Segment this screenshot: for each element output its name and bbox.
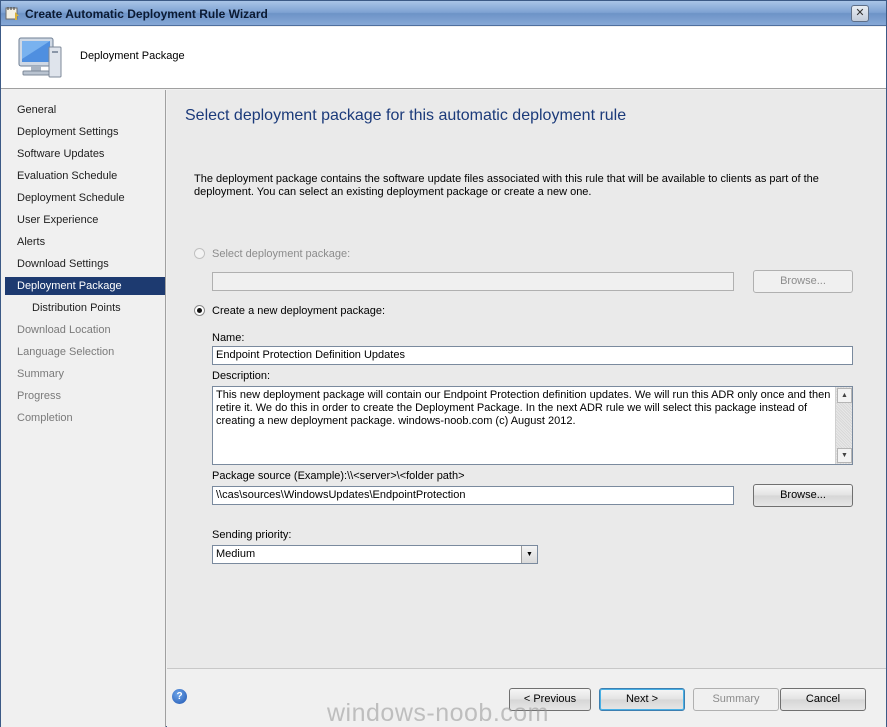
sending-priority-select[interactable]: Medium ▼ — [212, 545, 538, 564]
existing-package-field — [212, 272, 734, 291]
wizard-window: Create Automatic Deployment Rule Wizard … — [0, 0, 887, 727]
nav-item-deployment-settings[interactable]: Deployment Settings — [5, 123, 165, 141]
package-source-input[interactable]: \\cas\sources\WindowsUpdates\EndpointPro… — [212, 486, 734, 505]
title-bar[interactable]: Create Automatic Deployment Rule Wizard … — [1, 1, 886, 26]
nav-item-deployment-package[interactable]: Deployment Package — [5, 277, 165, 295]
help-icon[interactable]: ? — [172, 689, 187, 704]
nav-item-summary: Summary — [17, 368, 65, 380]
nav-item-alerts[interactable]: Alerts — [5, 233, 165, 251]
nav-item-evaluation-schedule[interactable]: Evaluation Schedule — [5, 167, 165, 185]
create-new-label: Create a new deployment package: — [212, 305, 386, 317]
page-title: Select deployment package for this autom… — [185, 107, 627, 124]
browse-source-button[interactable]: Browse... — [753, 484, 853, 507]
scroll-up-icon[interactable]: ▲ — [837, 388, 852, 403]
browse-existing-button: Browse... — [753, 270, 853, 293]
wizard-header: Deployment Package — [1, 27, 886, 89]
wizard-icon — [5, 7, 19, 20]
summary-button: Summary — [693, 688, 779, 711]
scroll-down-icon[interactable]: ▼ — [837, 448, 852, 463]
window-title: Create Automatic Deployment Rule Wizard — [25, 7, 268, 21]
nav-item-distribution-points[interactable]: Distribution Points — [5, 299, 165, 317]
description-textarea[interactable]: This new deployment package will contain… — [212, 386, 853, 465]
cancel-button[interactable]: Cancel — [780, 688, 866, 711]
select-existing-radio — [194, 248, 205, 259]
nav-item-deployment-schedule[interactable]: Deployment Schedule — [5, 189, 165, 207]
description-text: This new deployment package will contain… — [216, 389, 831, 427]
create-new-radio[interactable] — [194, 305, 205, 316]
nav-item-progress: Progress — [17, 390, 62, 402]
nav-item-download-settings[interactable]: Download Settings — [5, 255, 165, 273]
computer-icon — [18, 37, 62, 78]
watermark: windows-noob.com — [327, 699, 549, 727]
name-input[interactable]: Endpoint Protection Definition Updates — [212, 346, 853, 365]
sending-priority-label: Sending priority: — [212, 529, 292, 541]
nav-item-general[interactable]: General — [5, 101, 165, 119]
header-title: Deployment Package — [80, 50, 185, 62]
wizard-nav: General Deployment Settings Software Upd… — [1, 90, 166, 727]
nav-item-language-selection: Language Selection — [17, 346, 115, 358]
close-button[interactable]: ✕ — [851, 5, 869, 22]
nav-item-software-updates[interactable]: Software Updates — [5, 145, 165, 163]
page-description: The deployment package contains the soft… — [194, 173, 819, 198]
wizard-page: Select deployment package for this autom… — [167, 90, 886, 668]
description-scrollbar[interactable]: ▲ ▼ — [835, 387, 852, 464]
select-existing-label: Select deployment package: — [212, 248, 351, 260]
description-label: Description: — [212, 370, 271, 382]
nav-item-download-location: Download Location — [17, 324, 111, 336]
sending-priority-value: Medium — [216, 548, 256, 560]
chevron-down-icon[interactable]: ▼ — [521, 546, 537, 563]
name-label: Name: — [212, 332, 245, 344]
package-source-label: Package source (Example):\\<server>\<fol… — [212, 470, 465, 482]
nav-item-completion: Completion — [17, 412, 73, 424]
nav-item-user-experience[interactable]: User Experience — [5, 211, 165, 229]
next-button[interactable]: Next > — [599, 688, 685, 711]
